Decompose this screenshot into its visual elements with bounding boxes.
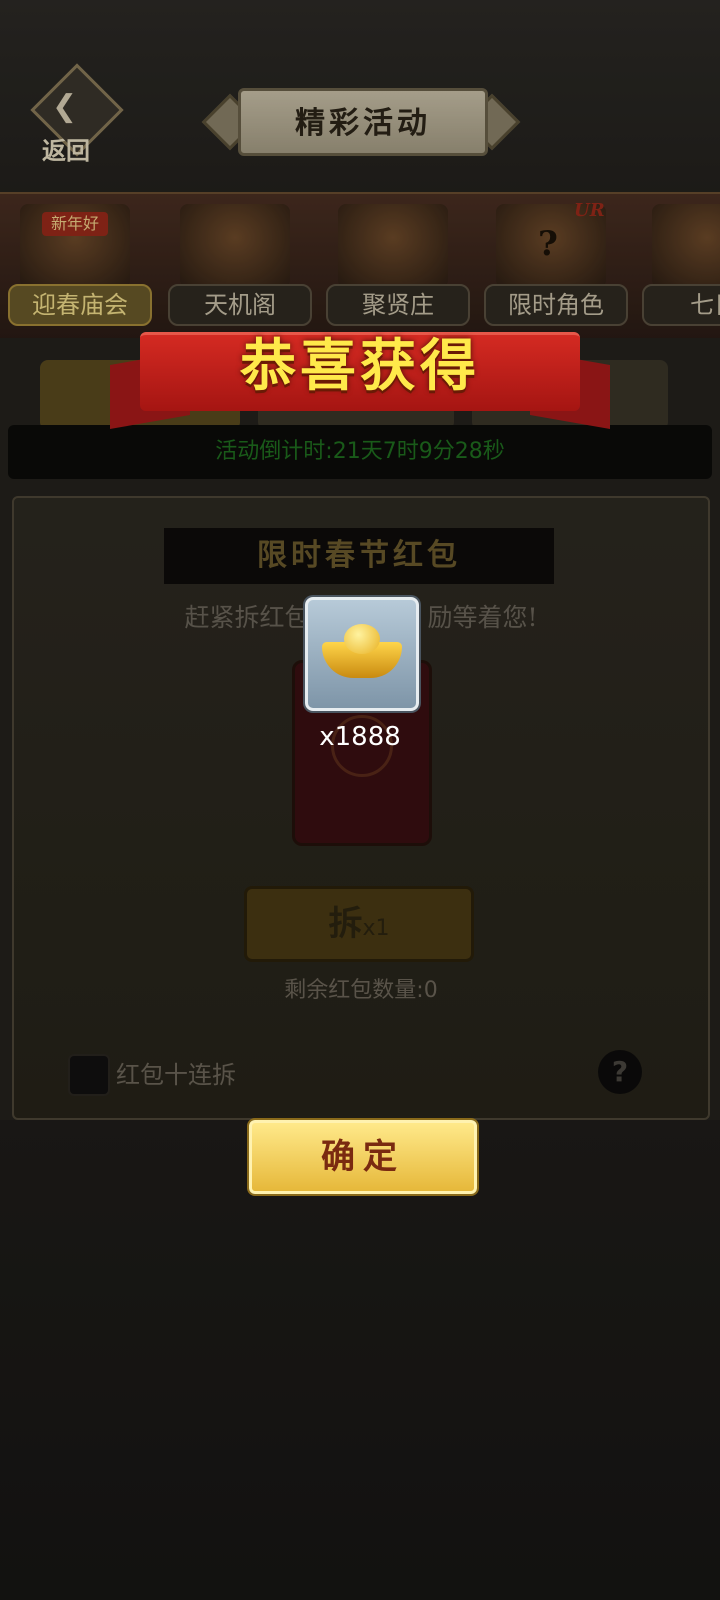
reward-banner-title: 恭喜获得: [240, 333, 480, 399]
reward-quantity: x1888: [319, 722, 401, 752]
ingot-top: [344, 624, 380, 654]
gold-ingot-icon: [322, 622, 402, 678]
confirm-button-label: 确定: [321, 1137, 405, 1177]
modal-overlay: [0, 0, 720, 1600]
reward-banner: 恭喜获得: [110, 318, 610, 430]
confirm-button[interactable]: 确定: [249, 1120, 477, 1194]
reward-item-card[interactable]: [305, 597, 419, 711]
